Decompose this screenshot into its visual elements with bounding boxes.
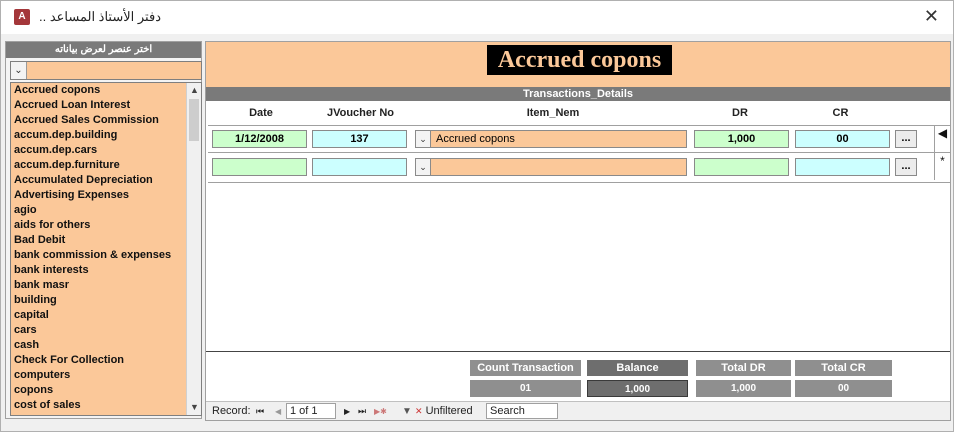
form-title: Accrued copons	[487, 45, 672, 75]
scroll-thumb[interactable]	[189, 99, 199, 141]
list-item[interactable]: Check For Collection	[11, 353, 187, 368]
list-item[interactable]: bank commission & expenses	[11, 248, 187, 263]
chevron-down-icon[interactable]: ⌄	[11, 62, 27, 79]
list-item[interactable]: computers	[11, 368, 187, 383]
list-item[interactable]: aids for others	[11, 218, 187, 233]
list-item[interactable]: Accumulated Depreciation	[11, 173, 187, 188]
list-item[interactable]: Accrued copons	[11, 83, 187, 98]
filter-indicator[interactable]: ▼ ✕ Unfiltered	[402, 404, 473, 419]
list-item[interactable]: capital	[11, 308, 187, 323]
record-navigation-bar: Record: ⏮ ◀ 1 of 1 ▶ ⏭ ▶✱ ▼ ✕ Unfiltered…	[206, 401, 950, 420]
total-dr-label: Total DR	[696, 360, 791, 376]
current-record-icon[interactable]: ◀	[934, 125, 950, 152]
count-value: 01	[470, 380, 581, 397]
details-button[interactable]: ...	[895, 158, 917, 176]
new-record-icon[interactable]: *	[934, 153, 950, 180]
form-header: Accrued copons	[206, 42, 950, 87]
dr-field[interactable]: 1,000	[694, 130, 789, 148]
dr-field[interactable]	[694, 158, 789, 176]
column-header-item: Item_Nem	[526, 107, 580, 119]
last-record-icon[interactable]: ⏭	[358, 404, 366, 419]
list-item[interactable]: cost of sales	[11, 398, 187, 413]
list-item[interactable]: Accrued Sales Commission	[11, 113, 187, 128]
list-item[interactable]: agio	[11, 203, 187, 218]
filter-clear-icon: ✕	[414, 406, 423, 416]
total-dr-value: 1,000	[696, 380, 791, 397]
first-record-icon[interactable]: ⏮	[256, 404, 264, 419]
count-label: Count Transaction	[470, 360, 581, 376]
list-item[interactable]: Accrued Loan Interest	[11, 98, 187, 113]
window-title: .. دفتر الأستاذ المساعد	[39, 9, 161, 24]
row-divider	[208, 152, 950, 153]
filter-label: Unfiltered	[425, 405, 473, 417]
new-record-nav-icon[interactable]: ▶✱	[374, 404, 387, 419]
item-combo[interactable]: ⌄ Accrued copons	[415, 130, 687, 148]
item-combo[interactable]: ⌄	[415, 158, 687, 176]
chevron-down-icon[interactable]: ⌄	[416, 159, 431, 175]
app-window: A .. دفتر الأستاذ المساعد ✕ اختر عنصر لع…	[0, 0, 954, 432]
details-button[interactable]: ...	[895, 130, 917, 148]
list-item[interactable]: accum.dep.furniture	[11, 158, 187, 173]
column-header-cr: CR	[832, 107, 849, 119]
list-item[interactable]: building	[11, 293, 187, 308]
close-icon[interactable]: ✕	[924, 6, 939, 27]
account-picker-header: اختر عنصر لعرض بياناته	[6, 42, 201, 58]
voucher-field[interactable]: 137	[312, 130, 407, 148]
date-field[interactable]	[212, 158, 307, 176]
total-cr-value: 00	[795, 380, 892, 397]
list-item[interactable]: cars	[11, 323, 187, 338]
title-bar: A .. دفتر الأستاذ المساعد ✕	[1, 1, 953, 34]
list-item[interactable]: Bad Debit	[11, 233, 187, 248]
list-item[interactable]: Advertising Expenses	[11, 188, 187, 203]
header-divider	[208, 125, 950, 126]
item-value: Accrued copons	[436, 133, 515, 145]
record-position-input[interactable]: 1 of 1	[286, 403, 336, 419]
ledger-form: Accrued copons Transactions_Details Date…	[205, 41, 951, 421]
account-list[interactable]: Accrued copons Accrued Loan Interest Accru…	[10, 82, 202, 416]
totals-footer: Count Transaction 01 Balance 1,000 Total…	[206, 351, 950, 401]
search-input[interactable]: Search	[486, 403, 558, 419]
account-list-items: Accrued copons Accrued Loan Interest Accru…	[11, 83, 187, 413]
scroll-down-icon[interactable]: ▼	[187, 400, 201, 415]
list-item[interactable]: bank interests	[11, 263, 187, 278]
account-picker-panel: اختر عنصر لعرض بياناته ⌄ Accrued copons A…	[5, 41, 202, 419]
list-item[interactable]: accum.dep.cars	[11, 143, 187, 158]
list-item[interactable]: accum.dep.building	[11, 128, 187, 143]
filter-icon: ▼	[402, 406, 412, 417]
balance-value: 1,000	[587, 380, 688, 397]
total-cr-label: Total CR	[795, 360, 892, 376]
record-label: Record:	[212, 405, 251, 417]
balance-label: Balance	[587, 360, 688, 376]
voucher-field[interactable]	[312, 158, 407, 176]
list-item[interactable]: bank masr	[11, 278, 187, 293]
cr-field[interactable]	[795, 158, 890, 176]
previous-record-icon[interactable]: ◀	[275, 404, 281, 419]
next-record-icon[interactable]: ▶	[344, 404, 350, 419]
chevron-down-icon[interactable]: ⌄	[416, 131, 431, 147]
transactions-subform: Date JVoucher No Item_Nem DR CR 1/12/200…	[208, 101, 950, 351]
row-divider	[208, 182, 950, 183]
scroll-up-icon[interactable]: ▲	[187, 83, 201, 98]
column-header-date: Date	[249, 107, 273, 119]
list-item[interactable]: cash	[11, 338, 187, 353]
column-header-dr: DR	[732, 107, 748, 119]
column-header-voucher: JVoucher No	[326, 107, 395, 119]
account-combo-box[interactable]: ⌄	[10, 61, 202, 80]
list-scrollbar[interactable]: ▲ ▼	[186, 83, 201, 415]
access-app-icon: A	[14, 9, 30, 25]
subform-title: Transactions_Details	[206, 87, 950, 101]
list-item[interactable]: copons	[11, 383, 187, 398]
cr-field[interactable]: 00	[795, 130, 890, 148]
date-field[interactable]: 1/12/2008	[212, 130, 307, 148]
